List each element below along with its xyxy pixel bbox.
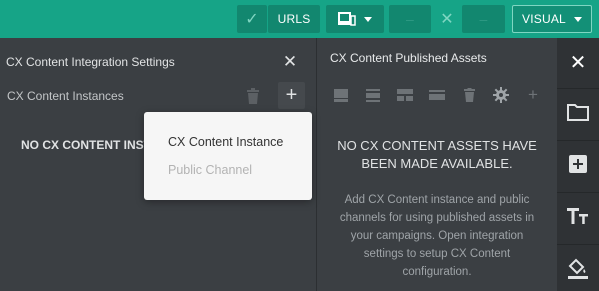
top-toolbar: ✓ URLS – ✕ – VISUAL <box>0 0 599 38</box>
add-instance-menu: CX Content Instance Public Channel <box>144 112 312 200</box>
published-assets-panel: CX Content Published Assets + NO CX CONT… <box>317 38 557 291</box>
gear-icon[interactable] <box>485 87 517 103</box>
text-asset-icon[interactable] <box>357 87 389 103</box>
menu-item-public-channel[interactable]: Public Channel <box>168 163 252 177</box>
paint-bucket-icon <box>568 258 588 279</box>
empty-instances-message: NO CX CONTENT INSTA <box>21 138 159 152</box>
plus-icon: + <box>285 84 298 106</box>
minus-icon: – <box>479 11 488 27</box>
asset-toolbar: + <box>325 85 549 104</box>
add-instance-button[interactable]: + <box>278 82 305 109</box>
folder-icon <box>567 103 589 121</box>
device-icon <box>338 12 356 26</box>
text-format-icon <box>567 207 588 224</box>
menu-item-cx-content-instance[interactable]: CX Content Instance <box>168 135 283 149</box>
sidebar-item-folder[interactable] <box>557 88 599 134</box>
empty-assets-title-line1: NO CX CONTENT ASSETS HAVE <box>337 138 537 153</box>
chevron-down-icon <box>364 16 372 22</box>
check-button[interactable]: ✓ <box>237 5 267 33</box>
visual-dropdown[interactable]: VISUAL <box>512 5 592 33</box>
chevron-down-icon <box>573 16 582 22</box>
image-asset-icon[interactable] <box>325 87 357 103</box>
layout-asset-icon[interactable] <box>389 87 421 103</box>
close-icon[interactable]: ✕ <box>557 50 599 75</box>
check-icon: ✓ <box>245 11 259 28</box>
redo-button[interactable]: – <box>462 5 505 33</box>
urls-button[interactable]: URLS <box>268 5 320 33</box>
empty-assets-title: NO CX CONTENT ASSETS HAVE BEEN MADE AVAI… <box>317 137 557 173</box>
sidebar-item-text[interactable] <box>557 192 599 238</box>
panel-title: CX Content Integration Settings <box>6 55 175 69</box>
trash-icon[interactable] <box>246 88 260 104</box>
minus-icon: – <box>406 11 414 27</box>
instances-heading: CX Content Instances <box>7 89 124 103</box>
device-button[interactable] <box>326 5 384 33</box>
add-asset-icon[interactable]: + <box>517 85 549 104</box>
trash-icon[interactable] <box>453 87 485 103</box>
divider-asset-icon[interactable] <box>421 87 453 103</box>
undo-button[interactable]: – <box>389 5 431 33</box>
close-icon[interactable]: ✕ <box>437 9 457 29</box>
visual-label: VISUAL <box>522 12 566 26</box>
empty-assets-description: Add CX Content instance and public chann… <box>339 194 535 278</box>
urls-label: URLS <box>277 12 311 26</box>
right-sidebar: ✕ <box>557 38 599 291</box>
panel-title: CX Content Published Assets <box>330 51 487 65</box>
add-box-icon <box>569 154 587 173</box>
close-icon[interactable]: ✕ <box>280 52 300 72</box>
sidebar-item-style[interactable] <box>557 244 599 290</box>
sidebar-item-add[interactable] <box>557 140 599 186</box>
empty-assets-title-line2: BEEN MADE AVAILABLE. <box>361 156 513 171</box>
